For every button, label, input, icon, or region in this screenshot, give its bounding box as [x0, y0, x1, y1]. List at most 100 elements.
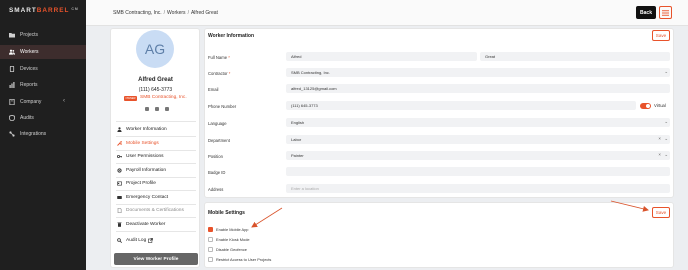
- clear-icon[interactable]: ×: [658, 136, 661, 141]
- phone-label: Phone Number: [208, 104, 237, 109]
- breadcrumb-current: Alfred Great: [190, 10, 218, 16]
- clear-icon[interactable]: ×: [658, 152, 661, 157]
- virtual-toggle[interactable]: [640, 103, 651, 109]
- virtual-toggle-label: Virtual: [654, 103, 666, 108]
- sidebar-item-label: Projects: [20, 32, 39, 38]
- sidebar-item-label: Reports: [20, 82, 38, 88]
- menu-label: Payroll Information: [126, 168, 166, 173]
- document-icon: [117, 208, 122, 213]
- trash-icon: [117, 222, 122, 227]
- menu-label: Audit Log: [126, 238, 147, 243]
- mobile-settings-card: [204, 202, 674, 268]
- breadcrumb-company[interactable]: SMB Contracting, Inc.: [113, 10, 162, 16]
- mobile-icon[interactable]: [145, 107, 149, 111]
- badge-id-input[interactable]: [286, 167, 670, 176]
- disable-geofence-checkbox[interactable]: [208, 247, 213, 252]
- sidebar-item-label: Devices: [20, 66, 38, 72]
- phone-icon: [117, 196, 122, 199]
- building-icon: [9, 99, 15, 105]
- worker-information-title: Worker Information: [208, 33, 255, 39]
- restrict-access-checkbox[interactable]: [208, 257, 213, 262]
- audit-icon: [9, 115, 15, 121]
- position-select[interactable]: Painter × ⌄: [286, 151, 670, 160]
- sidebar-item-integrations[interactable]: Integrations: [0, 127, 86, 141]
- menu-label: Mobile Settings: [126, 141, 159, 146]
- sidebar-item-reports[interactable]: Reports: [0, 78, 86, 92]
- key-icon: [117, 155, 122, 158]
- address-label: Address: [208, 187, 224, 192]
- card-icon[interactable]: [155, 107, 159, 111]
- enable-mobile-app-checkbox[interactable]: [208, 227, 213, 232]
- checkbox-label: Disable Geofence: [216, 247, 247, 252]
- divider: [116, 150, 196, 151]
- chevron-down-icon: ⌄: [664, 152, 668, 157]
- sidebar-item-devices[interactable]: Devices: [0, 62, 86, 76]
- divider: [116, 121, 196, 122]
- divider: [116, 163, 196, 164]
- menu-button[interactable]: [659, 6, 672, 19]
- chevron-down-icon: ⌄: [664, 136, 668, 141]
- contractor-label: Contractor *: [208, 71, 231, 76]
- dot-icon[interactable]: [165, 107, 169, 111]
- menu-label: Worker Information: [126, 127, 167, 132]
- gear-icon: [117, 168, 122, 173]
- integration-icon: [9, 131, 15, 137]
- mobile-settings-save-button[interactable]: Save: [652, 207, 670, 218]
- language-select[interactable]: English ⌄: [286, 118, 670, 127]
- worker-info-save-button[interactable]: Save: [652, 30, 670, 41]
- position-label: Position: [208, 154, 223, 159]
- hamburger-icon: [662, 9, 669, 16]
- report-icon: [9, 82, 15, 88]
- sidebar-item-label: Workers: [20, 49, 39, 55]
- email-field[interactable]: alfred_13125@gmail.com: [286, 84, 670, 93]
- sidebar-item-audits[interactable]: Audits: [0, 111, 86, 125]
- department-label: Department: [208, 138, 230, 143]
- breadcrumb: SMB Contracting, Inc. / Workers / Alfred Gre…: [113, 10, 218, 16]
- search-icon: [117, 238, 122, 243]
- email-label: Email: [208, 87, 219, 92]
- divider: [116, 136, 196, 137]
- chevron-left-icon[interactable]: ‹: [63, 98, 65, 104]
- checkbox-label: Enable Mobile App: [216, 227, 249, 232]
- mobile-settings-title: Mobile Settings: [208, 210, 245, 216]
- breadcrumb-workers[interactable]: Workers: [167, 10, 186, 16]
- chevron-down-icon: ⌄: [664, 69, 668, 74]
- divider: [116, 231, 196, 232]
- folder-icon: [9, 33, 15, 38]
- worker-company[interactable]: SMB Contracting, Inc.: [140, 95, 187, 100]
- language-label: Language: [208, 121, 227, 126]
- checkbox-label: Restrict Access to User Projects: [216, 257, 272, 262]
- chevron-down-icon: ⌄: [664, 119, 668, 124]
- back-button[interactable]: Back: [636, 6, 656, 19]
- address-input[interactable]: Enter a location: [286, 184, 670, 193]
- department-select[interactable]: Labor × ⌄: [286, 135, 670, 144]
- checkbox-label: Enable Kiosk Mode: [216, 237, 250, 242]
- menu-label: Documents & Certifications: [126, 208, 184, 213]
- person-icon: [117, 127, 122, 132]
- sidebar-item-company[interactable]: Company ‹: [0, 95, 86, 109]
- divider: [116, 190, 196, 191]
- divider: [116, 177, 196, 178]
- sidebar-item-projects[interactable]: Projects: [0, 28, 86, 42]
- divider: [116, 217, 196, 218]
- phone-field[interactable]: (111) 645-3773: [286, 101, 636, 110]
- sidebar-item-workers[interactable]: Workers: [0, 45, 86, 59]
- sidebar: SMARTBARREL CM Projects Workers Devices R…: [0, 0, 86, 270]
- sidebar-item-label: Company: [20, 99, 42, 105]
- sidebar-item-label: Audits: [20, 115, 34, 121]
- menu-label: Deactivate Worker: [126, 222, 166, 227]
- wrench-icon: [117, 141, 122, 146]
- view-worker-profile-button[interactable]: View Worker Profile: [114, 253, 198, 265]
- full-name-label: Full Name *: [208, 55, 230, 60]
- menu-label: User Permissions: [126, 154, 164, 159]
- first-name-input[interactable]: Alfred: [286, 52, 477, 61]
- app-logo[interactable]: SMARTBARREL CM: [9, 7, 79, 14]
- enable-kiosk-mode-checkbox[interactable]: [208, 237, 213, 242]
- avatar: AG: [136, 30, 174, 68]
- external-link-icon[interactable]: [148, 238, 153, 243]
- contractor-select[interactable]: SMB Contracting, Inc. ⌄: [286, 68, 670, 77]
- role-badge: OWNER: [124, 96, 137, 101]
- last-name-input[interactable]: Great: [480, 52, 670, 61]
- worker-name: Alfred Great: [138, 77, 173, 83]
- menu-label: Project Profile: [126, 181, 156, 186]
